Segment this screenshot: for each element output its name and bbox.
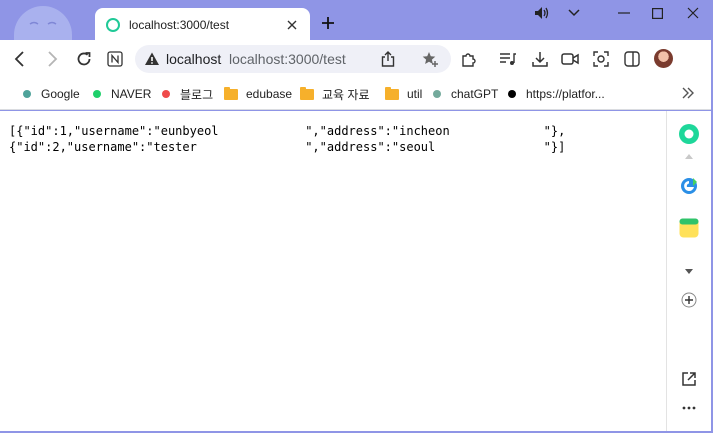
download-icon[interactable]: [528, 47, 552, 71]
address-host: localhost: [166, 51, 222, 67]
more-bookmarks-chevron-icon[interactable]: [681, 84, 697, 104]
side-panel-toggle-icon[interactable]: [620, 47, 644, 71]
back-button[interactable]: [8, 47, 32, 71]
scroll-up-icon[interactable]: [678, 151, 700, 161]
bookmark-naver[interactable]: NAVER: [93, 85, 151, 103]
profile-avatar[interactable]: [654, 49, 673, 68]
bookmark-chatgpt[interactable]: chatGPT: [433, 85, 498, 103]
address-bar[interactable]: localhost localhost:3000/test: [135, 45, 451, 73]
share-icon[interactable]: [378, 49, 398, 69]
maximize-window-icon[interactable]: [643, 3, 671, 23]
platform-dot-icon: [508, 90, 516, 98]
address-url: localhost:3000/test: [229, 51, 346, 67]
chatgpt-dot-icon: [433, 90, 441, 98]
tab-favicon-icon: [106, 18, 120, 32]
screenshot-capture-icon[interactable]: [589, 47, 613, 71]
new-tab-button[interactable]: [318, 13, 338, 33]
folder-icon: [300, 86, 314, 100]
window-profile-mascot-icon: [14, 6, 72, 40]
bookmark-label: 교육 자료: [322, 87, 370, 102]
minimize-window-icon[interactable]: [610, 3, 638, 23]
reload-button[interactable]: [72, 47, 96, 71]
forward-button[interactable]: [40, 47, 64, 71]
bookmark-label: chatGPT: [451, 87, 499, 101]
blog-dot-icon: [162, 90, 170, 98]
bookmark-google[interactable]: Google: [23, 85, 80, 103]
folder-icon: [385, 86, 399, 100]
side-panel: [666, 111, 711, 431]
video-camera-icon[interactable]: [558, 47, 582, 71]
bookmark-platform[interactable]: https://platfor...: [508, 85, 605, 103]
bookmark-label: edubase: [246, 87, 293, 101]
json-response: [{"id":1,"username":"eunbyeol ","address…: [9, 123, 565, 155]
browser-toolbar: localhost localhost:3000/test: [0, 40, 713, 78]
add-app-plus-icon[interactable]: [678, 289, 700, 311]
bookmark-label: Google: [41, 87, 80, 101]
bookmark-star-icon[interactable]: [420, 49, 442, 69]
bookmark-label: https://platfor...: [526, 87, 605, 101]
json-line: [{"id":1,"username":"eunbyeol ","address…: [9, 124, 566, 138]
whale-green-app-icon[interactable]: [678, 123, 700, 145]
folder-icon: [224, 86, 238, 100]
memo-notes-icon[interactable]: [678, 217, 700, 239]
tab-title: localhost:3000/test: [129, 18, 230, 32]
media-playlist-icon[interactable]: [496, 47, 520, 71]
open-external-icon[interactable]: [678, 368, 700, 390]
bookmark-blog[interactable]: 블로그: [162, 85, 213, 103]
json-line: {"id":2,"username":"tester ","address":"…: [9, 140, 566, 154]
title-bar: localhost:3000/test: [0, 0, 713, 42]
close-window-icon[interactable]: [679, 3, 707, 23]
page-content: [{"id":1,"username":"eunbyeol ","address…: [0, 111, 666, 431]
edge-browser-icon[interactable]: [678, 175, 700, 197]
google-dot-icon: [23, 90, 31, 98]
naver-dot-icon: [93, 90, 101, 98]
more-apps-chevron-down-icon[interactable]: [678, 263, 700, 279]
more-options-icon[interactable]: [678, 397, 700, 419]
bookmark-edu-materials[interactable]: 교육 자료: [300, 85, 370, 103]
tab-close-icon[interactable]: [284, 17, 300, 33]
tab-localhost[interactable]: localhost:3000/test: [95, 8, 310, 42]
bookmark-util[interactable]: util: [385, 85, 422, 103]
extensions-puzzle-icon[interactable]: [457, 47, 481, 71]
not-secure-warning-icon[interactable]: [144, 51, 160, 67]
notion-extension-icon[interactable]: [103, 47, 127, 71]
bookmark-label: NAVER: [111, 87, 152, 101]
bookmark-label: util: [407, 87, 423, 101]
bookmarks-bar: Google NAVER 블로그 edubase 교육 자료 util chat…: [0, 78, 713, 110]
media-volume-icon[interactable]: [528, 3, 556, 23]
tab-search-chevron-down-icon[interactable]: [560, 3, 588, 23]
bookmark-edubase[interactable]: edubase: [224, 85, 292, 103]
bookmark-label: 블로그: [180, 87, 214, 102]
